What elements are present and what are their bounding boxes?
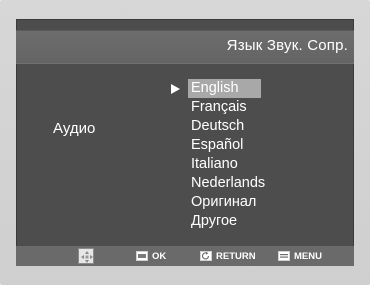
- header-bar: Язык Звук. Сопр.: [16, 30, 354, 64]
- ok-icon: [136, 251, 148, 261]
- footer-bar: OK RETURN MENU: [16, 246, 354, 266]
- option-italiano[interactable]: Italiano: [188, 155, 268, 174]
- setting-label: Аудио: [53, 120, 96, 137]
- option-espanol[interactable]: Español: [188, 136, 268, 155]
- menu-icon: [278, 251, 290, 261]
- option-other[interactable]: Другое: [188, 212, 268, 231]
- menu-label: MENU: [294, 250, 322, 262]
- option-english[interactable]: English: [188, 79, 261, 98]
- ok-icon-svg: [136, 251, 148, 261]
- tv-frame: Язык Звук. Сопр. Аудио English Français …: [0, 0, 370, 285]
- navigate-hint: [78, 246, 94, 266]
- language-options: English Français Deutsch Español Italian…: [188, 79, 268, 231]
- menu-icon-svg: [278, 251, 290, 261]
- page-title: Язык Звук. Сопр.: [226, 37, 348, 54]
- return-label: RETURN: [216, 250, 256, 262]
- navigation-pad-icon-svg: [81, 251, 93, 263]
- ok-label: OK: [152, 250, 167, 262]
- ok-hint: OK: [136, 246, 166, 266]
- return-icon: [200, 251, 212, 261]
- option-francais[interactable]: Français: [188, 98, 268, 117]
- option-original[interactable]: Оригинал: [188, 193, 268, 212]
- osd-screen: Язык Звук. Сопр. Аудио English Français …: [16, 19, 354, 266]
- return-icon-svg: [200, 251, 212, 261]
- return-hint: RETURN: [200, 246, 256, 266]
- triangle-right-icon: [169, 82, 181, 94]
- option-nederlands[interactable]: Nederlands: [188, 174, 268, 193]
- triangle-right-icon-svg: [171, 84, 180, 94]
- option-deutsch[interactable]: Deutsch: [188, 117, 268, 136]
- menu-hint: MENU: [278, 246, 322, 266]
- navigation-pad-icon: [78, 248, 94, 264]
